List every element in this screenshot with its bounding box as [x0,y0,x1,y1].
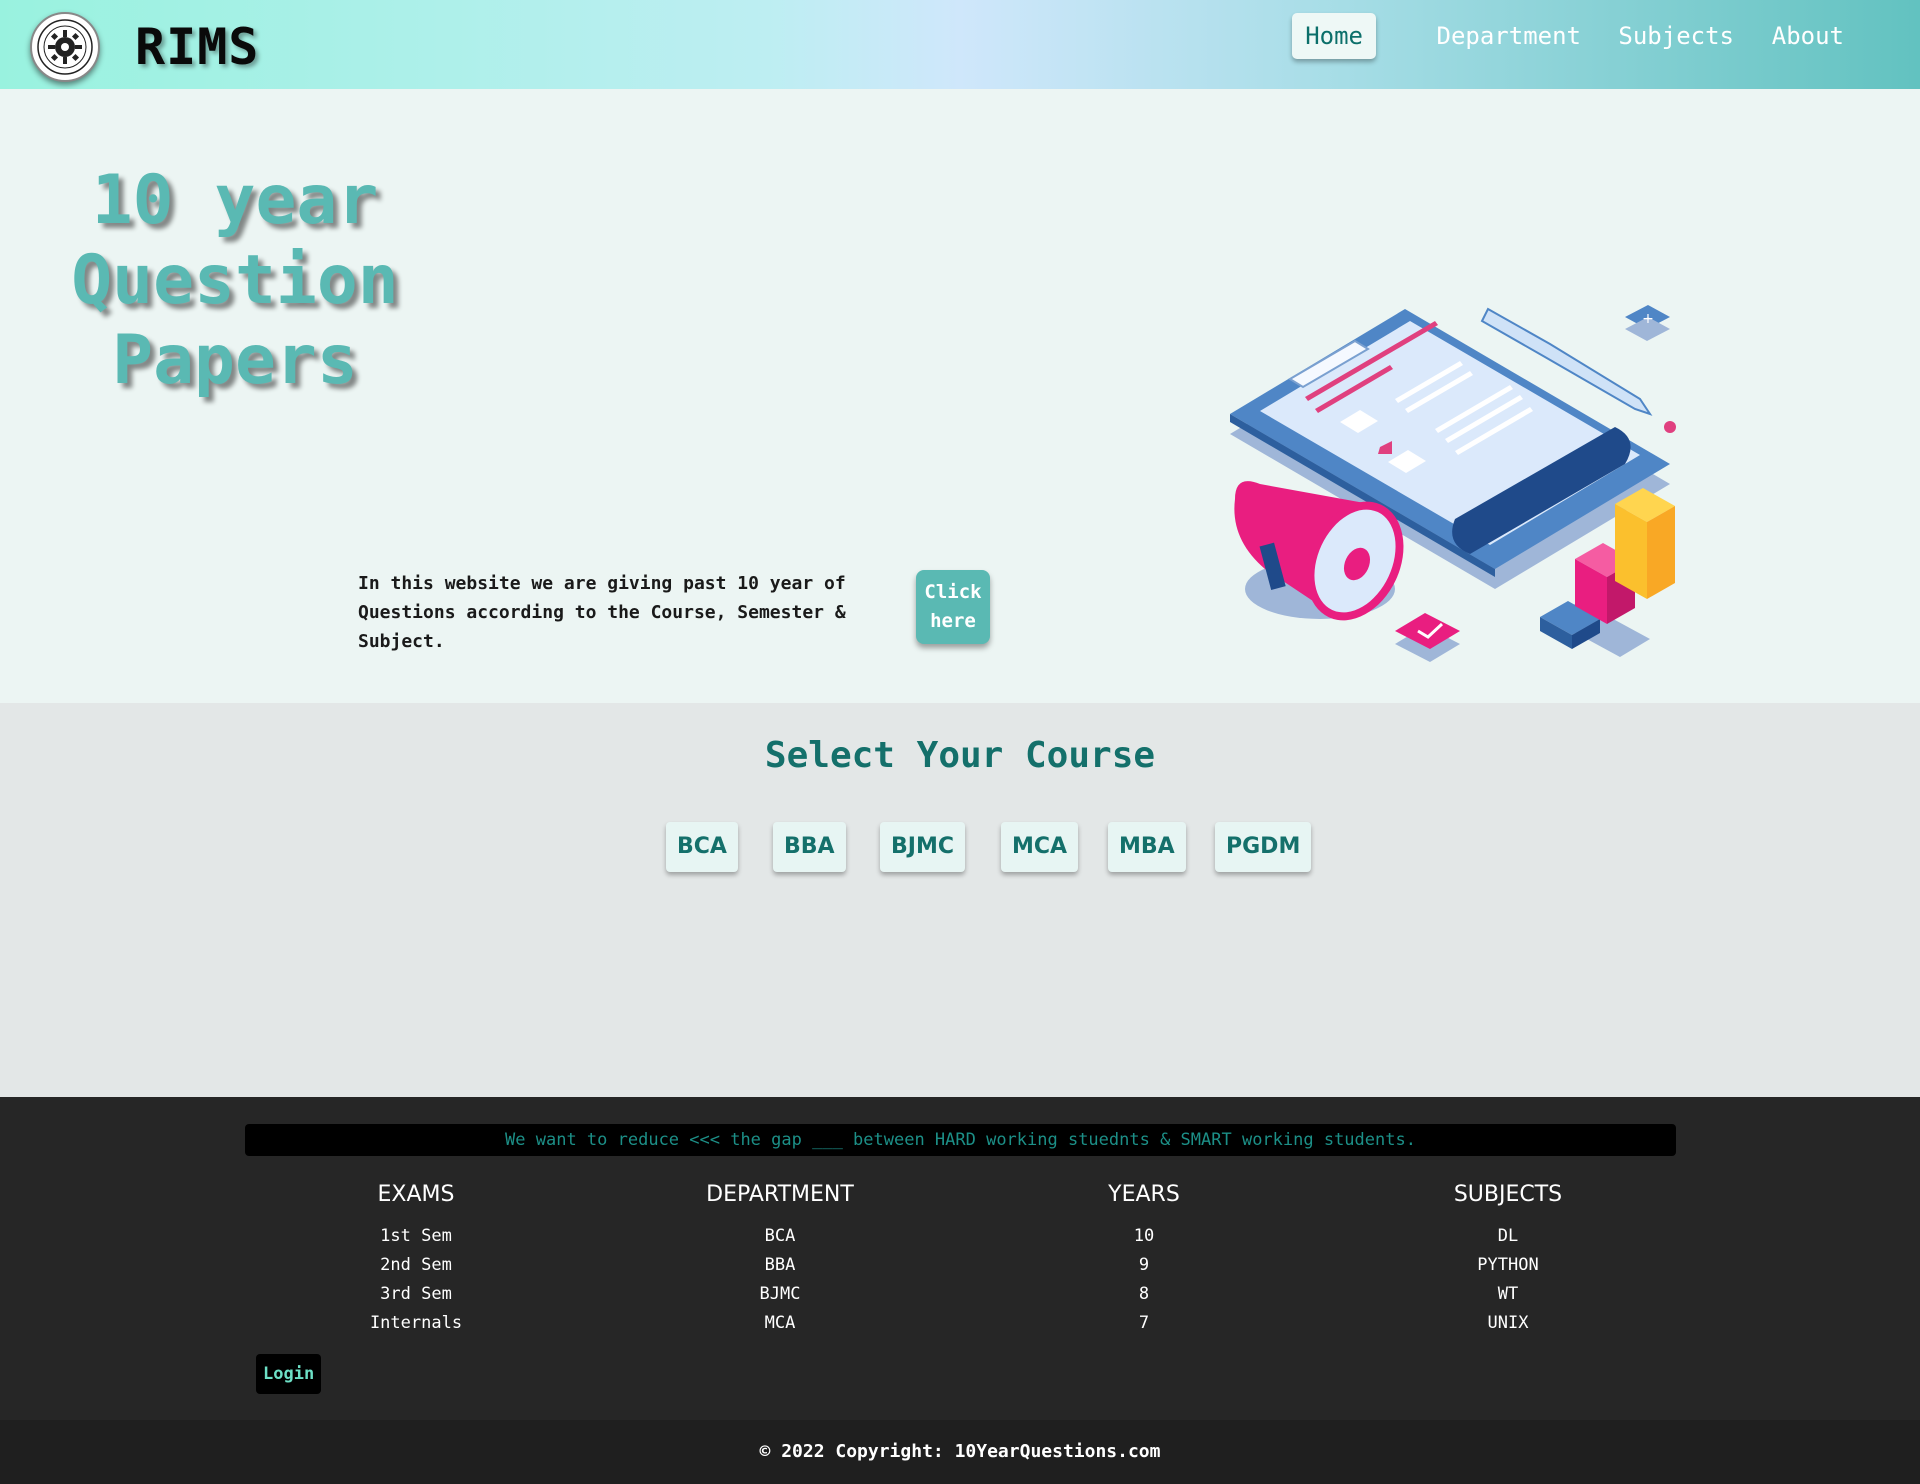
footer-link[interactable]: 3rd Sem [266,1280,566,1309]
hero-title-line: Question [71,241,399,320]
footer-col-subjects: SUBJECTS DL PYTHON WT UNIX [1358,1182,1658,1338]
button-label: Click [924,581,982,603]
svg-text:+: + [1642,311,1654,327]
clipboard-megaphone-illustration: + [1230,305,1676,662]
copyright-bar: © 2022 Copyright: 10YearQuestions.com [0,1420,1920,1484]
footer-link[interactable]: Internals [266,1309,566,1338]
course-mca-button[interactable]: MCA [1001,822,1079,872]
footer-col-heading: DEPARTMENT [706,1182,854,1207]
navbar: RIMS Home Department Subjects About [0,0,1920,89]
footer-link[interactable]: BBA [630,1251,930,1280]
course-pgdm-button[interactable]: PGDM [1215,822,1312,872]
nav-about[interactable]: About [1772,13,1844,59]
course-bca-button[interactable]: BCA [666,822,738,872]
college-logo[interactable] [30,12,100,82]
footer-link[interactable]: 10 [994,1222,1294,1251]
footer-link[interactable]: 8 [994,1280,1294,1309]
footer-link[interactable]: WT [1358,1280,1658,1309]
hero-section: 10 year Question Papers In this website … [0,89,1920,703]
footer-col-years: YEARS 10 9 8 7 [994,1182,1294,1338]
nav-subjects[interactable]: Subjects [1618,13,1734,59]
footer-link[interactable]: 2nd Sem [266,1251,566,1280]
footer-link[interactable]: PYTHON [1358,1251,1658,1280]
footer-link[interactable]: BCA [630,1222,930,1251]
footer-link[interactable]: MCA [630,1309,930,1338]
footer-link[interactable]: 1st Sem [266,1222,566,1251]
login-button[interactable]: Login [256,1354,322,1394]
course-section-title: Select Your Course [764,735,1156,776]
course-bjmc-button[interactable]: BJMC [880,822,965,872]
click-here-button[interactable]: Click here [916,570,990,644]
footer-link[interactable]: 7 [994,1309,1294,1338]
footer-link[interactable]: BJMC [630,1280,930,1309]
footer-link[interactable]: 9 [994,1251,1294,1280]
hero-description: In this website we are giving past 10 ye… [358,573,846,652]
course-mba-button[interactable]: MBA [1108,822,1186,872]
footer: We want to reduce <<< the gap ___ betwee… [0,1097,1920,1420]
footer-col-heading: YEARS [1108,1182,1180,1207]
button-label: here [930,610,976,632]
hero-title: 10 year Question Papers [40,161,430,401]
hero-title-line: Papers [112,321,358,400]
nav-home[interactable]: Home [1292,13,1376,59]
mission-banner: We want to reduce <<< the gap ___ betwee… [245,1124,1676,1156]
brand-name[interactable]: RIMS [135,18,259,76]
nav-department[interactable]: Department [1437,13,1582,59]
footer-col-exams: EXAMS 1st Sem 2nd Sem 3rd Sem Internals [266,1182,566,1338]
footer-col-heading: EXAMS [377,1182,455,1207]
course-bba-button[interactable]: BBA [773,822,846,872]
footer-link[interactable]: DL [1358,1222,1658,1251]
footer-col-department: DEPARTMENT BCA BBA BJMC MCA [630,1182,930,1338]
course-section: Select Your Course BCA BBA BJMC MCA MBA … [0,703,1920,1097]
footer-link[interactable]: UNIX [1358,1309,1658,1338]
footer-col-heading: SUBJECTS [1453,1182,1563,1207]
hero-title-line: 10 year [91,161,379,240]
